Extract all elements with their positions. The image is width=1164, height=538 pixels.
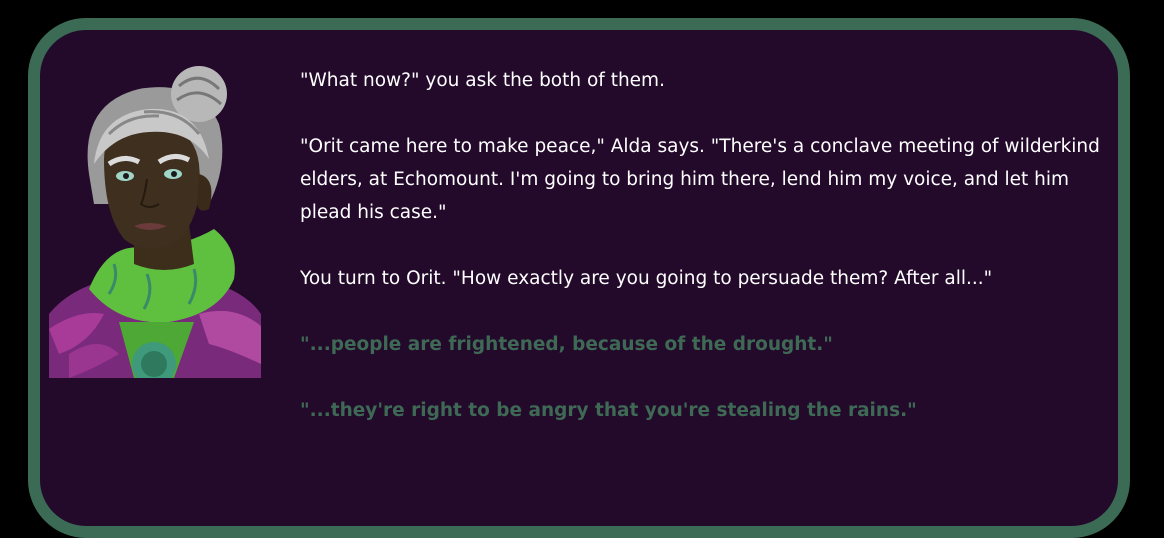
story-text: "What now?" you ask the both of them. "O… <box>300 64 1118 460</box>
elderly-woman-portrait-icon <box>49 66 261 378</box>
story-paragraph: You turn to Orit. "How exactly are you g… <box>300 268 993 289</box>
game-text-panel: "What now?" you ask the both of them. "O… <box>28 18 1130 538</box>
story-paragraph: "What now?" you ask the both of them. <box>300 70 665 91</box>
character-portrait <box>49 64 261 378</box>
story-paragraph: "Orit came here to make peace," Alda say… <box>300 136 1100 223</box>
choice-link-angry[interactable]: "...they're right to be angry that you'r… <box>300 394 1118 427</box>
choice-link-frightened[interactable]: "...people are frightened, because of th… <box>300 328 1118 361</box>
